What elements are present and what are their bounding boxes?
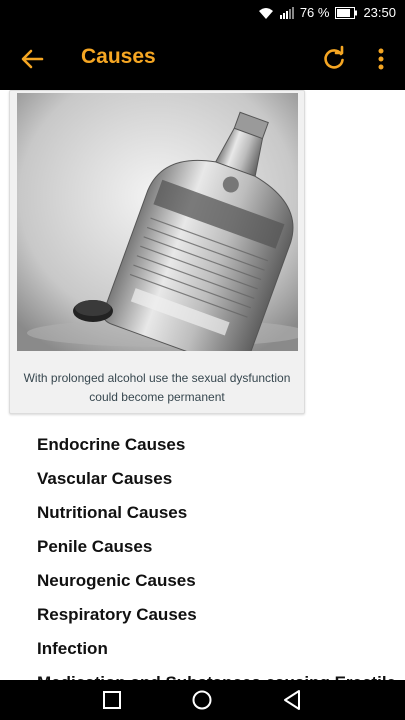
page-title: Causes <box>81 45 156 68</box>
topic-list: Endocrine Causes Vascular Causes Nutriti… <box>37 431 396 680</box>
topic-penile[interactable]: Penile Causes <box>37 533 396 567</box>
more-vert-icon[interactable] <box>369 45 393 73</box>
image-caption: With prolonged alcohol use the sexual dy… <box>23 371 291 404</box>
topic-respiratory[interactable]: Respiratory Causes <box>37 601 396 635</box>
wifi-icon <box>258 7 273 19</box>
bottle-photo <box>17 93 298 351</box>
refresh-icon[interactable] <box>320 45 348 73</box>
image-card: With prolonged alcohol use the sexual dy… <box>9 90 305 414</box>
back-nav-icon[interactable] <box>279 687 305 713</box>
system-nav-bar <box>0 680 405 720</box>
topic-nutritional[interactable]: Nutritional Causes <box>37 499 396 533</box>
app-bar: Causes <box>0 27 405 90</box>
topic-endocrine[interactable]: Endocrine Causes <box>37 431 396 465</box>
topic-vascular[interactable]: Vascular Causes <box>37 465 396 499</box>
clock: 23:50 <box>363 5 396 20</box>
battery-icon <box>335 6 358 19</box>
recent-apps-icon[interactable] <box>99 687 125 713</box>
signal-icon <box>279 7 294 19</box>
content-scroll[interactable]: With prolonged alcohol use the sexual dy… <box>0 90 405 680</box>
topic-medication[interactable]: Medication and Substances causing Erecti… <box>37 669 396 680</box>
battery-percent: 76 % <box>299 5 330 20</box>
back-arrow-icon[interactable] <box>18 45 46 73</box>
home-icon[interactable] <box>189 687 215 713</box>
topic-infection[interactable]: Infection <box>37 635 396 669</box>
status-icons: 76 % 23:50 <box>258 5 396 20</box>
status-bar: 76 % 23:50 <box>0 0 405 27</box>
topic-neurogenic[interactable]: Neurogenic Causes <box>37 567 396 601</box>
